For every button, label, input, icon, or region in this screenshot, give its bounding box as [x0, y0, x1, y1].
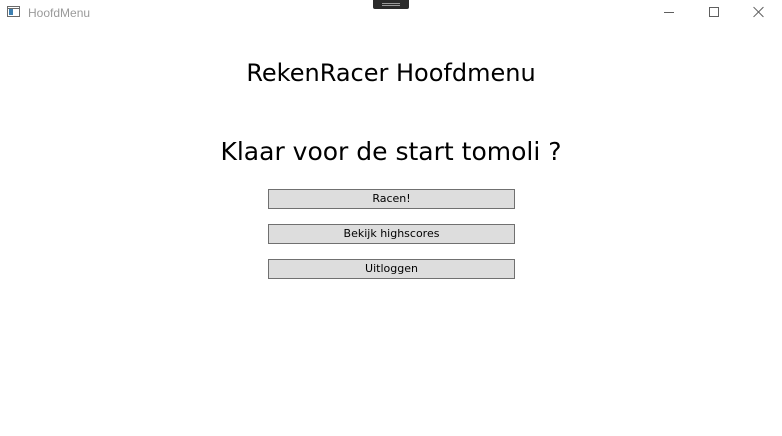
- window-title: HoofdMenu: [28, 6, 91, 20]
- minimize-icon: [664, 12, 674, 13]
- view-highscores-button[interactable]: Bekijk highscores: [268, 224, 515, 244]
- app-window: HoofdMenu RekenRacer Hoofdmenu Klaar voo…: [0, 0, 782, 436]
- app-window-icon: [7, 6, 20, 17]
- maximize-icon: [709, 7, 719, 17]
- greeting-text: Klaar voor de start tomoli ?: [220, 137, 562, 166]
- logout-button[interactable]: Uitloggen: [268, 259, 515, 279]
- close-button[interactable]: [736, 0, 782, 26]
- race-button[interactable]: Racen!: [268, 189, 515, 209]
- page-title: RekenRacer Hoofdmenu: [246, 59, 536, 87]
- maximize-button[interactable]: [691, 0, 737, 26]
- drag-handle[interactable]: [373, 0, 409, 9]
- title-bar[interactable]: HoofdMenu: [0, 0, 782, 26]
- minimize-button[interactable]: [646, 0, 692, 26]
- close-icon: [753, 6, 765, 18]
